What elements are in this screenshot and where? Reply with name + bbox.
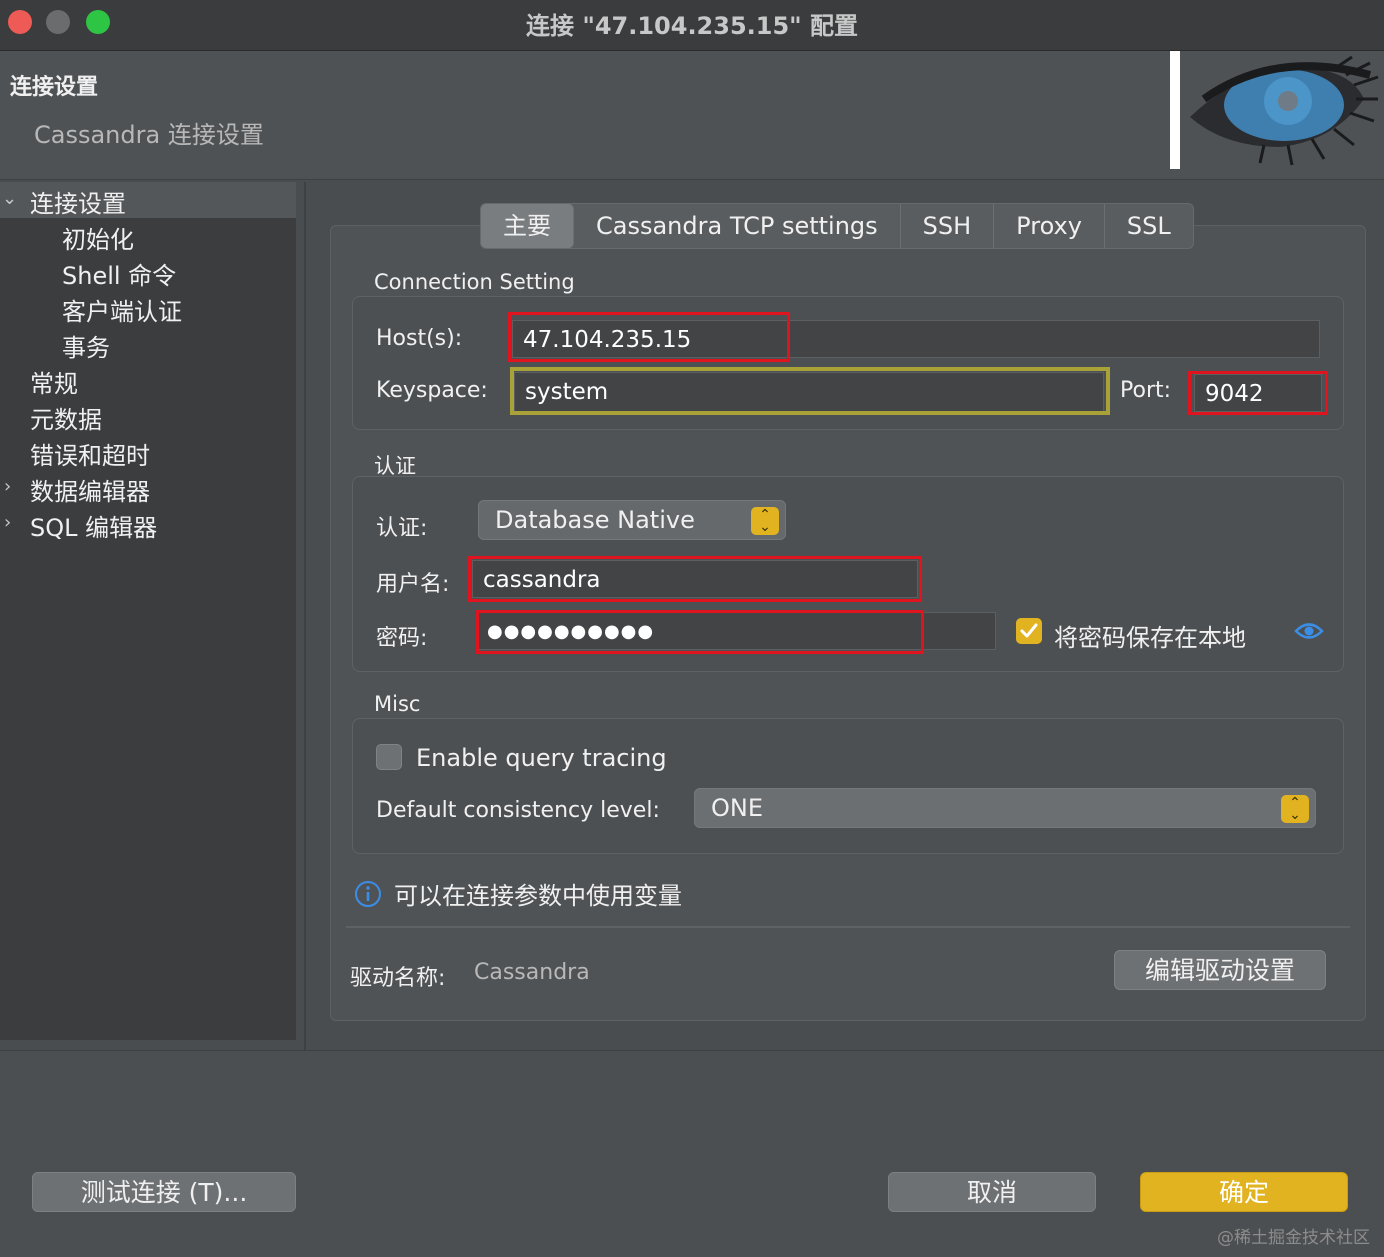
updown-arrows-icon: ⌃ ⌄ xyxy=(1281,795,1309,823)
ok-button[interactable]: 确定 xyxy=(1140,1172,1348,1212)
auth-type-value: Database Native xyxy=(495,506,695,534)
tab-main[interactable]: 主要 xyxy=(481,204,574,248)
sidebar-item-sql-editor[interactable]: SQL 编辑器 xyxy=(30,508,157,543)
sidebar-divider[interactable] xyxy=(304,182,306,1050)
auth-type-select[interactable]: Database Native ⌃ ⌄ xyxy=(478,500,786,540)
sidebar-item-shell-commands[interactable]: Shell 命令 xyxy=(62,256,176,291)
query-tracing-checkbox[interactable] xyxy=(376,744,402,770)
chevron-right-icon[interactable]: › xyxy=(4,512,11,533)
header-divider xyxy=(1170,51,1180,169)
variables-info-text: 可以在连接参数中使用变量 xyxy=(394,882,682,910)
sidebar-item-metadata[interactable]: 元数据 xyxy=(30,400,102,435)
sidebar-item-errors-timeouts[interactable]: 错误和超时 xyxy=(30,436,150,471)
settings-sidebar: ⌄ 连接设置 初始化 Shell 命令 客户端认证 事务 常规 元数据 错误和超… xyxy=(0,182,296,1040)
username-input[interactable]: cassandra xyxy=(472,560,918,598)
title-bar: 连接 "47.104.235.15" 配置 xyxy=(0,0,1384,51)
host-label: Host(s): xyxy=(376,326,463,351)
connection-section-label: Connection Setting xyxy=(374,270,575,294)
watermark-text: @稀土掘金技术社区 xyxy=(1217,1228,1370,1248)
misc-group xyxy=(352,718,1344,854)
driver-name-value: Cassandra xyxy=(474,960,590,985)
consistency-level-value: ONE xyxy=(711,794,764,822)
page-subtitle: Cassandra 连接设置 xyxy=(34,121,264,149)
sidebar-item-connection-settings[interactable]: 连接设置 xyxy=(30,184,126,219)
panel-divider xyxy=(346,926,1350,928)
save-password-label[interactable]: 将密码保存在本地 xyxy=(1054,618,1246,653)
page-header: 连接设置 Cassandra 连接设置 xyxy=(0,51,1384,180)
sidebar-item-transactions[interactable]: 事务 xyxy=(62,328,110,363)
keyspace-label: Keyspace: xyxy=(376,378,488,403)
cancel-button[interactable]: 取消 xyxy=(888,1172,1096,1212)
page-title: 连接设置 xyxy=(10,75,99,100)
edit-driver-settings-button[interactable]: 编辑驱动设置 xyxy=(1114,950,1326,990)
window-title: 连接 "47.104.235.15" 配置 xyxy=(525,12,859,40)
consistency-level-label: Default consistency level: xyxy=(376,798,660,823)
chevron-right-icon[interactable]: › xyxy=(4,476,11,497)
keyspace-input[interactable]: system xyxy=(514,372,1104,412)
password-input[interactable]: ●●●●●●●●●● xyxy=(476,612,996,650)
dialog-footer xyxy=(0,1050,1384,1257)
consistency-level-select[interactable]: ONE ⌃ ⌄ xyxy=(694,788,1316,828)
cassandra-eye-logo xyxy=(1190,55,1379,166)
save-password-checkbox[interactable] xyxy=(1016,618,1042,644)
tab-bar: 主要 Cassandra TCP settings SSH Proxy SSL xyxy=(480,203,1194,249)
sidebar-item-general[interactable]: 常规 xyxy=(30,364,78,399)
port-input[interactable]: 9042 xyxy=(1194,374,1322,412)
misc-section-label: Misc xyxy=(374,692,421,716)
query-tracing-label[interactable]: Enable query tracing xyxy=(416,744,667,772)
tab-cassandra-tcp[interactable]: Cassandra TCP settings xyxy=(574,204,901,248)
driver-name-label: 驱动名称: xyxy=(350,966,446,991)
password-label: 密码: xyxy=(376,626,428,651)
updown-arrows-icon: ⌃ ⌄ xyxy=(751,507,779,535)
sidebar-item-client-auth[interactable]: 客户端认证 xyxy=(62,292,182,327)
checkmark-icon xyxy=(1020,623,1038,638)
test-connection-button[interactable]: 测试连接 (T)... xyxy=(32,1172,296,1212)
port-label: Port: xyxy=(1120,378,1172,403)
tab-ssl[interactable]: SSL xyxy=(1105,204,1193,248)
tab-ssh[interactable]: SSH xyxy=(901,204,995,248)
username-label: 用户名: xyxy=(376,572,450,597)
chevron-down-icon[interactable]: ⌄ xyxy=(2,188,17,209)
eye-icon[interactable] xyxy=(1294,620,1324,642)
sidebar-item-initialization[interactable]: 初始化 xyxy=(62,220,134,255)
host-input[interactable]: 47.104.235.15 xyxy=(512,320,1320,358)
sidebar-item-data-editor[interactable]: 数据编辑器 xyxy=(30,472,150,507)
auth-type-label: 认证: xyxy=(376,516,428,541)
info-icon xyxy=(355,881,381,907)
tab-proxy[interactable]: Proxy xyxy=(994,204,1105,248)
